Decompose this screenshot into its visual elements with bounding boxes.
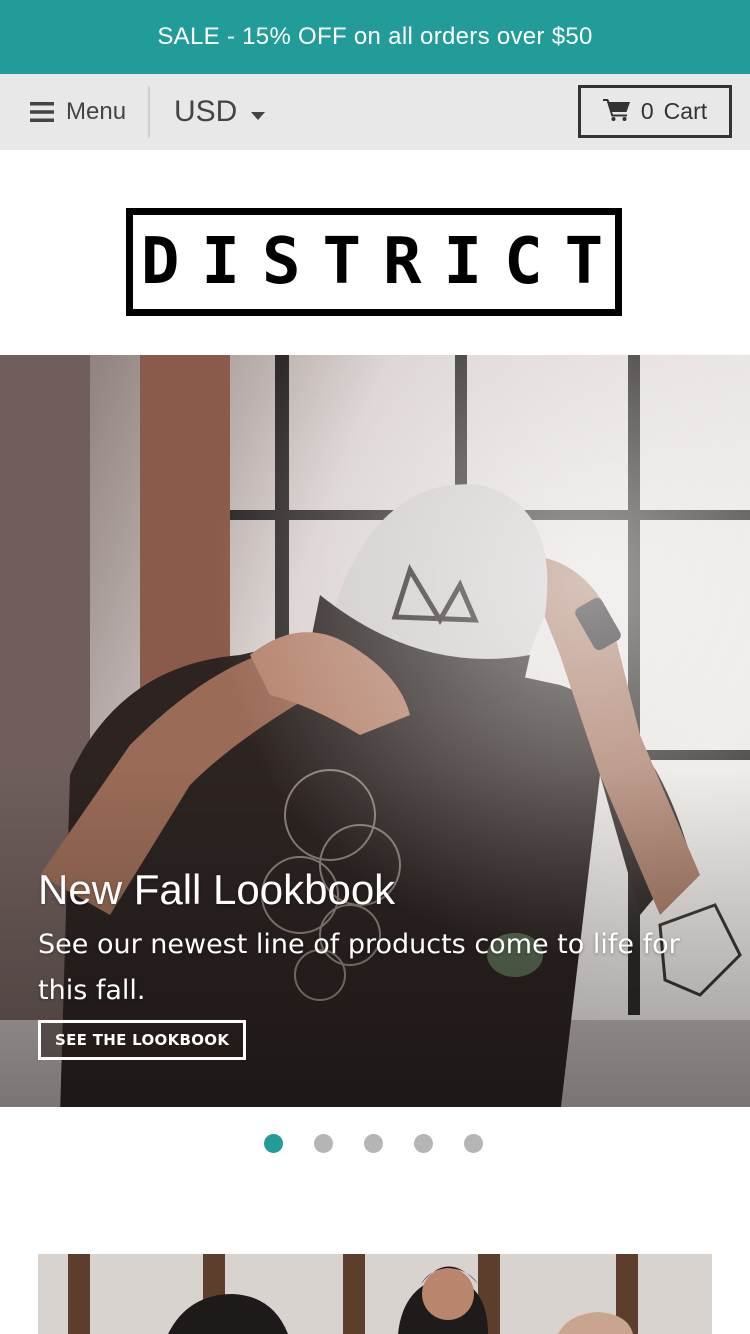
top-toolbar: Menu USD 0 Cart: [0, 74, 750, 150]
logo-text: DISTRICT: [140, 225, 626, 299]
slide-dot[interactable]: [264, 1134, 283, 1153]
slide-dot[interactable]: [464, 1134, 483, 1153]
featured-photo: [38, 1254, 712, 1334]
slide-dot[interactable]: [364, 1134, 383, 1153]
slide-dot[interactable]: [414, 1134, 433, 1153]
currency-selector[interactable]: USD: [174, 74, 266, 150]
slider-pagination: [264, 1134, 483, 1153]
hamburger-icon: [30, 101, 54, 123]
featured-collection-image[interactable]: [38, 1254, 712, 1334]
cart-label: Cart: [663, 98, 708, 124]
slide-dot[interactable]: [314, 1134, 333, 1153]
caret-down-icon: [251, 95, 266, 129]
menu-label: Menu: [66, 98, 127, 125]
menu-button[interactable]: Menu: [30, 74, 148, 150]
toolbar-divider: [148, 86, 150, 138]
store-logo[interactable]: DISTRICT: [126, 208, 622, 316]
cart-count: 0: [640, 98, 654, 124]
shopping-cart-icon: [602, 97, 631, 127]
currency-value: USD: [174, 95, 238, 128]
cart-button[interactable]: 0 Cart: [578, 85, 732, 138]
hero-title: New Fall Lookbook: [38, 866, 396, 913]
hero-description: See our newest line of products come to …: [38, 929, 680, 1006]
announcement-bar: SALE - 15% OFF on all orders over $50: [0, 0, 750, 74]
see-lookbook-button[interactable]: SEE THE LOOKBOOK: [38, 1020, 247, 1060]
announcement-text: SALE - 15% OFF on all orders over $50: [157, 23, 593, 50]
